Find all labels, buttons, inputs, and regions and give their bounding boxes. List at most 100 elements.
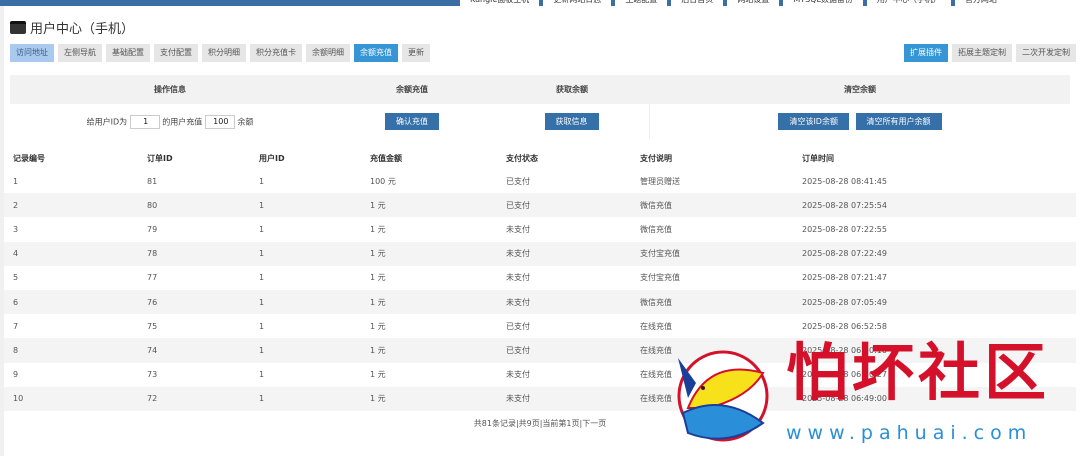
get-info-button[interactable]: 获取信息 [544, 113, 599, 130]
table-cell: 1 [259, 273, 265, 283]
label-suffix: 余额 [237, 117, 254, 126]
top-nav-item[interactable]: Kangle面板主机 [456, 0, 539, 6]
table-cell: 1 [250, 289, 361, 315]
table-cell: 73 [147, 370, 158, 380]
tab-item[interactable]: 左侧导航 [58, 44, 102, 62]
table-cell: 未支付 [497, 386, 631, 411]
table-cell: 81 [147, 176, 158, 186]
top-nav-item[interactable]: 用户中心（手机） [862, 0, 951, 6]
table-cell: 未支付 [497, 241, 631, 266]
table-cell: 未支付 [506, 370, 530, 380]
tab-item[interactable]: 余额明细 [306, 44, 350, 62]
table-cell: 已支付 [497, 338, 631, 363]
top-nav-item[interactable]: 主题配置 [611, 0, 667, 6]
tab-bar: 访问地址 左侧导航 基础配置 支付配置 积分明细 积分充值卡 余额明细 余额充值 更新 [10, 44, 430, 62]
column-header: 支付说明 [631, 147, 793, 169]
table-cell: 79 [147, 224, 158, 234]
table-cell: 已支付 [506, 176, 530, 186]
table-cell: 9 [13, 370, 19, 380]
watermark-name: 怕坏社区 [786, 336, 1051, 409]
table-cell: 1 元 [361, 193, 497, 218]
table-cell: 1 [250, 338, 361, 363]
table-cell: 1 [250, 193, 361, 218]
tab-item[interactable]: 积分充值卡 [250, 44, 302, 62]
page-title-text: 用户中心（手机） [30, 22, 135, 37]
table-row: 1 81 1 100 元 已支付 管理员赠送 2025-08-28 08:41:45 [4, 169, 1076, 193]
table-cell: 支付宝充值 [631, 241, 793, 266]
header-clear-balance: 清空余额 [844, 85, 876, 94]
column-header: 记录编号 [4, 147, 138, 169]
tab-item[interactable]: 支付配置 [154, 44, 198, 62]
table-cell: 未支付 [497, 289, 631, 315]
column-header: 订单ID [138, 147, 250, 169]
table-cell: 1 元 [370, 370, 386, 380]
table-cell: 未支付 [506, 273, 530, 283]
table-cell: 2025-08-28 07:22:55 [802, 224, 887, 234]
column-header: 订单时间 [793, 147, 1076, 169]
column-header: 用户ID [250, 147, 361, 169]
table-cell: 1 元 [361, 338, 497, 363]
table-cell: 2025-08-28 07:22:49 [793, 241, 1076, 266]
fish-logo-icon [677, 350, 769, 442]
header-get-balance: 获取余额 [556, 85, 588, 94]
table-cell: 78 [138, 241, 250, 266]
table-row: 3 79 1 1 元 未支付 微信充值 2025-08-28 07:22:55 [4, 217, 1076, 241]
table-cell: 2025-08-28 07:05:49 [793, 289, 1076, 315]
clear-all-balance-button[interactable]: 清空所有用户余额 [855, 113, 942, 130]
right-tab-bar: 扩展插件 拓展主题定制 二次开发定制 [904, 44, 1076, 62]
operations-panel: 操作信息 余额充值 获取余额 清空余额 给用户ID为 1 的用户充值 100 余… [10, 75, 1070, 139]
top-bar [0, 0, 456, 6]
table-cell: 1 [250, 386, 361, 411]
table-cell: 8 [4, 338, 138, 363]
right-tab-item[interactable]: 拓展主题定制 [952, 44, 1012, 62]
column-header: 支付状态 [497, 147, 631, 169]
user-id-input[interactable]: 1 [129, 114, 160, 129]
tab-item[interactable]: 积分明细 [202, 44, 246, 62]
label-prefix: 给用户ID为 [86, 117, 128, 126]
table-cell: 1 [259, 176, 265, 186]
table-cell: 2025-08-28 07:25:54 [793, 193, 1076, 218]
table-cell: 1 元 [370, 224, 386, 234]
tab-item[interactable]: 更新 [402, 44, 430, 62]
table-cell: 4 [4, 241, 138, 266]
table-cell: 微信充值 [640, 224, 672, 234]
label-middle: 的用户充值 [162, 117, 203, 126]
table-cell: 1 [259, 370, 265, 380]
table-row: 2 80 1 1 元已支付 微信充值 2025-08-28 07:25:54 [4, 193, 1076, 218]
top-nav-item[interactable]: 官方网站 [950, 0, 1007, 6]
top-nav-item[interactable]: 后台首页 [667, 0, 723, 6]
watermark-logo: 怕坏社区 www.pahuai.com [668, 338, 1080, 448]
table-cell: 2025-08-28 06:52:58 [802, 321, 887, 331]
window-icon [10, 21, 26, 34]
table-cell: 72 [138, 386, 250, 411]
table-cell: 2 [4, 193, 138, 218]
tab-item[interactable]: 访问地址 [10, 44, 54, 62]
right-tab-item[interactable]: 扩展插件 [904, 44, 948, 62]
top-nav-item[interactable]: 网站设置 [723, 0, 779, 6]
table-cell: 已支付 [497, 193, 631, 218]
table-cell: 74 [138, 338, 250, 363]
table-row: 6 76 1 1 元未支付 微信充值 2025-08-28 07:05:49 [4, 289, 1076, 315]
table-cell: 2025-08-28 07:21:47 [802, 273, 887, 283]
table-cell: 未支付 [506, 224, 530, 234]
clear-id-balance-button[interactable]: 清空该ID余额 [778, 113, 849, 130]
top-nav-item[interactable]: MYSQL数据备份 [779, 0, 863, 6]
table-cell: 已支付 [506, 321, 530, 331]
table-cell: 1 [259, 321, 265, 331]
table-cell: 1 元 [361, 289, 497, 315]
tab-item[interactable]: 基础配置 [106, 44, 150, 62]
top-nav: Kangle面板主机更新网站日志主题配置后台首页网站设置MYSQL数据备份用户中… [456, 0, 1080, 6]
table-cell: 100 元 [370, 176, 396, 186]
table-cell: 1 元 [370, 273, 386, 283]
table-cell: 3 [13, 224, 19, 234]
header-recharge: 余额充值 [396, 85, 428, 94]
tab-item[interactable]: 余额充值 [354, 44, 398, 62]
amount-input[interactable]: 100 [204, 114, 235, 129]
top-nav-item[interactable]: 更新网站日志 [539, 0, 611, 6]
table-row: 5 77 1 1 元 未支付 支付宝充值 2025-08-28 07:21:47 [4, 266, 1076, 290]
table-cell: 1 [13, 176, 19, 186]
right-tab-item[interactable]: 二次开发定制 [1016, 44, 1076, 62]
table-row: 7 75 1 1 元 已支付 在线充值 2025-08-28 06:52:58 [4, 314, 1076, 338]
table-cell: 77 [147, 273, 158, 283]
confirm-recharge-button[interactable]: 确认充值 [385, 113, 439, 130]
